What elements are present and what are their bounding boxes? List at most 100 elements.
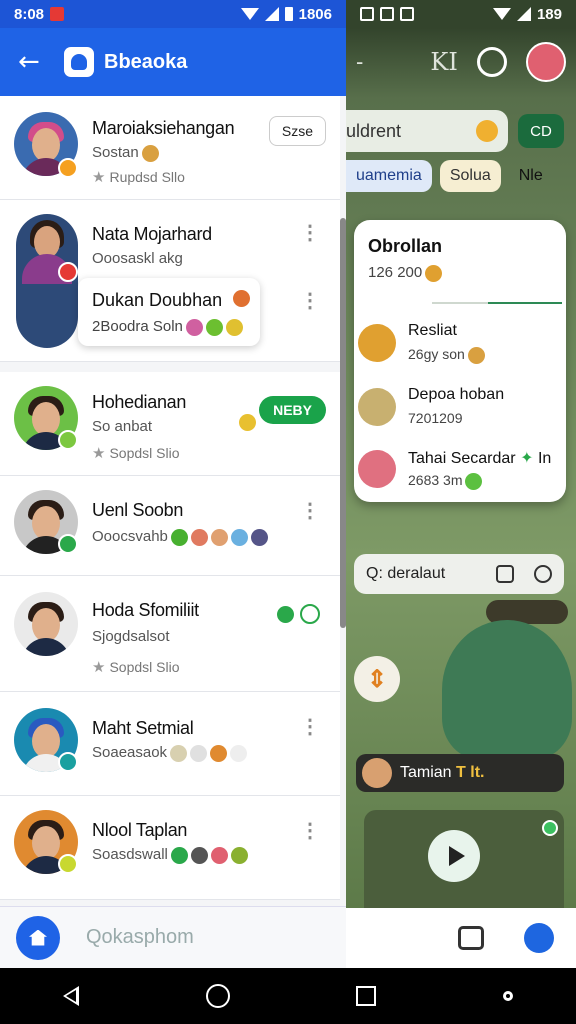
- home-circle-icon[interactable]: [205, 984, 230, 1008]
- system-nav-bar: [0, 968, 576, 1024]
- chat-drawer: ← Bbeaoka Maroiaksiehangan Sostan ★ Rupds…: [0, 28, 346, 968]
- chat-item[interactable]: Hohedianan So anbat ★ Sopdsl Slio NEBY: [0, 372, 340, 476]
- chat-item[interactable]: Nlool Taplan Soasdswall ⋮: [0, 796, 340, 900]
- chat-item[interactable]: Nata Mojarhard Ooosaskl akg ⋮ Dukan Doub…: [0, 200, 340, 362]
- search-input[interactable]: Qokasphom: [86, 926, 194, 949]
- leaf-icon: ✦: [520, 450, 534, 467]
- check-icon: [277, 606, 294, 623]
- chat-item[interactable]: Maroiaksiehangan Sostan ★ Rupdsd Sllo Szs…: [0, 96, 340, 200]
- game-bottom-nav: [346, 908, 576, 968]
- status-ring-icon: [300, 604, 320, 624]
- online-dot-icon: [542, 820, 558, 836]
- popup-count: 126 200: [368, 264, 443, 282]
- wifi-icon: [492, 8, 511, 20]
- status-bar-right: 189: [346, 0, 576, 28]
- emoji-icon: [233, 290, 250, 307]
- progress-line: [432, 302, 562, 304]
- home-icon: [29, 929, 47, 946]
- chat-meta: ★ Sopdsl Slio: [92, 659, 180, 676]
- status-time-right: 1806: [298, 5, 332, 23]
- popup-row[interactable]: Tahai Secardar ✦ In 2683 3m: [358, 442, 562, 500]
- app-title: Bbeaoka: [104, 50, 188, 73]
- chat-name: Nlool Taplan: [92, 820, 188, 840]
- game-action-button[interactable]: CD: [518, 114, 564, 148]
- chat-item[interactable]: Hoda Sfomiliit Sjogdsalsot ★ Sopdsl Slio: [0, 576, 340, 692]
- drawer-bottom-nav: Qokasphom: [0, 906, 346, 968]
- popup-row[interactable]: Depoa hoban 7201209: [358, 380, 562, 438]
- emoji-icon: [239, 414, 256, 431]
- notification-icon: [50, 7, 65, 21]
- status-badge: [58, 262, 78, 282]
- more-options-icon[interactable]: ⋮: [300, 714, 320, 739]
- settings-gear-icon[interactable]: [524, 923, 554, 953]
- play-button[interactable]: [428, 830, 480, 882]
- popup-row[interactable]: Resliat 26gy son: [358, 316, 562, 374]
- battery-level: 189: [536, 5, 562, 23]
- star-icon: ★: [92, 659, 106, 676]
- status-bar: 8:08 1806 189: [0, 0, 576, 28]
- status-badge: [58, 158, 78, 178]
- recents-icon[interactable]: [356, 986, 377, 1006]
- home-button[interactable]: [16, 915, 60, 960]
- new-badge-button[interactable]: NEBY: [259, 396, 326, 424]
- more-options-icon[interactable]: ⋮: [300, 818, 320, 843]
- signal-icon: [516, 7, 531, 21]
- more-options-icon[interactable]: ⋮: [300, 288, 320, 313]
- back-arrow-icon[interactable]: ←: [18, 47, 54, 77]
- assistant-dot-icon[interactable]: [502, 991, 513, 1001]
- chip[interactable]: Nle: [509, 160, 553, 192]
- game-header: - KI: [346, 28, 576, 96]
- app-notification-icon: [360, 7, 374, 21]
- game-header-label: KI: [430, 48, 458, 76]
- status-badge: [58, 534, 78, 554]
- chat-preview: So anbat: [92, 418, 153, 435]
- chat-preview: Ooosaskl akg: [92, 250, 183, 267]
- chat-name: Maroiaksiehangan: [92, 118, 235, 138]
- more-options-icon[interactable]: ⋮: [300, 220, 320, 245]
- chat-item[interactable]: Uenl Soobn Ooocsvahb ⋮: [0, 476, 340, 576]
- chat-name: Hoda Sfomiliit: [92, 600, 199, 620]
- chat-preview: Sjogdsalsot: [92, 628, 170, 645]
- status-badge: [58, 752, 78, 772]
- profile-avatar[interactable]: [525, 42, 566, 82]
- chat-name: Maht Setmial: [92, 718, 194, 738]
- chip[interactable]: Solua: [439, 160, 501, 192]
- chat-meta: ★ Rupdsd Sllo: [92, 169, 185, 186]
- chat-preview: Sostan: [92, 144, 159, 162]
- chat-name: Uenl Soobn: [92, 500, 184, 520]
- contacts-popup: Obrollan 126 200 Resliat 26gy son Depoa …: [354, 220, 566, 502]
- game-pane: - KI uldrent CD uamemia Solua Nle Obroll…: [346, 28, 576, 908]
- chat-preview: Ooocsvahb: [92, 528, 268, 546]
- play-circle-icon[interactable]: [534, 565, 552, 583]
- app-logo-icon: [64, 47, 94, 77]
- chat-item[interactable]: Maht Setmial Soaeasaok ⋮: [0, 692, 340, 796]
- avatar: [358, 450, 396, 488]
- minus-icon: -: [356, 49, 364, 74]
- star-icon: ★: [92, 169, 106, 186]
- chat-action-button[interactable]: Szse: [268, 116, 326, 146]
- battery-icon: [284, 7, 293, 21]
- game-fab-button[interactable]: ⇕: [354, 656, 400, 702]
- chat-meta: ★ Sopdsl Slio: [92, 445, 180, 462]
- game-search-bar[interactable]: Q: deralaut: [354, 554, 564, 594]
- mention-icon[interactable]: [476, 47, 507, 77]
- status-badge: [58, 430, 78, 450]
- status-bar-left: 8:08 1806: [0, 0, 346, 28]
- chat-name: Hohedianan: [92, 392, 187, 412]
- play-icon: [448, 846, 465, 866]
- gallery-icon[interactable]: [496, 565, 514, 583]
- wifi-icon: [240, 8, 259, 20]
- player-banner[interactable]: Tamian T lt.: [356, 754, 564, 792]
- camera-notification-icon: [380, 7, 394, 21]
- more-options-icon[interactable]: ⋮: [300, 498, 320, 523]
- game-search-field[interactable]: uldrent: [346, 110, 508, 152]
- status-time: 8:08: [14, 5, 45, 23]
- settings-notification-icon: [400, 7, 414, 21]
- chat-preview: Soaeasaok: [92, 744, 248, 762]
- back-icon[interactable]: [63, 986, 80, 1006]
- nested-chat-card[interactable]: Dukan Doubhan 2Boodra Soln: [78, 278, 260, 346]
- gallery-icon[interactable]: [458, 926, 484, 950]
- avatar: [358, 388, 396, 426]
- avatar: [362, 758, 392, 788]
- chip[interactable]: uamemia: [346, 160, 432, 192]
